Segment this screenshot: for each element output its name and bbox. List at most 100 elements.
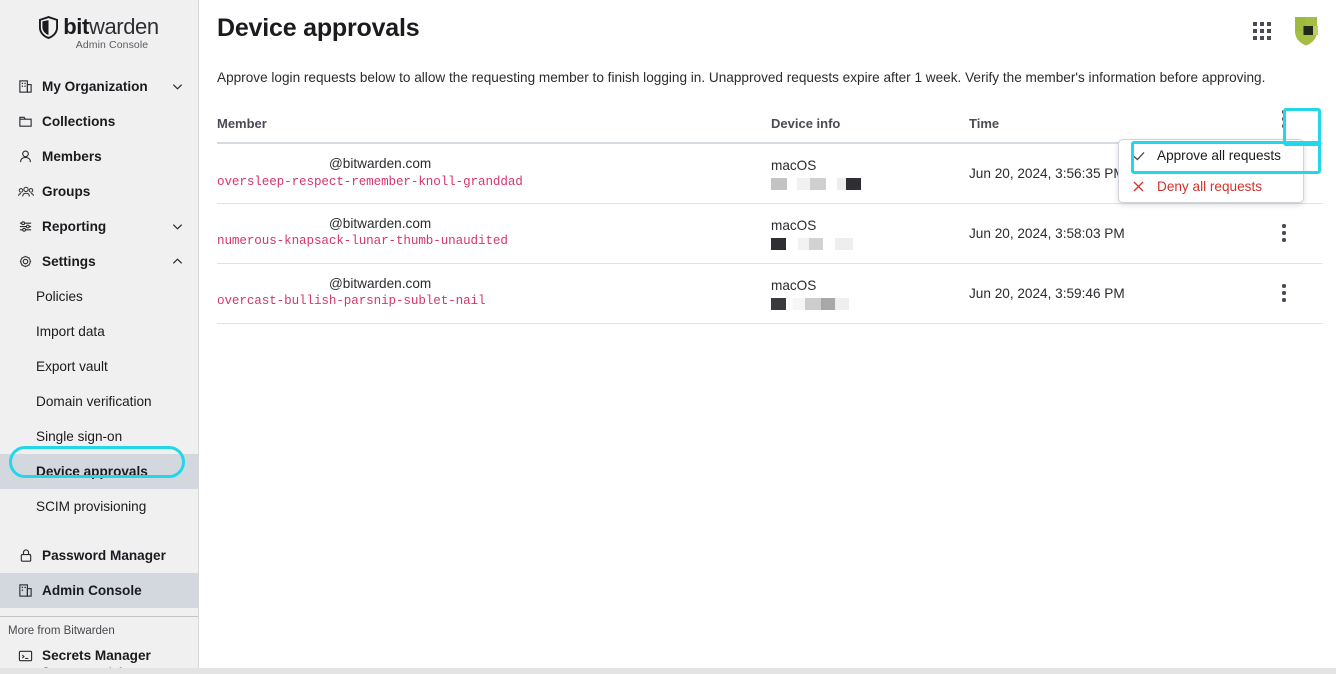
- brand-name-bold: bit: [63, 14, 89, 39]
- kebab-menu-icon[interactable]: [1273, 281, 1295, 305]
- more-from-bitwarden-label: More from Bitwarden: [0, 617, 198, 641]
- cell-member: @bitwarden.com numerous-knapsack-lunar-t…: [217, 203, 771, 263]
- brand-subtitle: Admin Console: [0, 39, 198, 51]
- cell-time: Jun 20, 2024, 3:58:03 PM: [969, 203, 1259, 263]
- sidebar-item-reporting[interactable]: Reporting: [0, 209, 198, 244]
- admin-console-icon: [17, 582, 34, 599]
- lock-icon: [17, 547, 34, 564]
- column-header-actions: [1259, 107, 1323, 143]
- main-content: Device approvals Approve login requests …: [199, 0, 1336, 674]
- sidebar-item-policies[interactable]: Policies: [0, 279, 198, 314]
- sidebar-subitem-label: Export vault: [36, 359, 108, 374]
- sidebar-subitem-label: Single sign-on: [36, 429, 122, 444]
- cell-actions: [1259, 203, 1323, 263]
- sidebar-item-password-manager[interactable]: Password Manager: [0, 538, 198, 573]
- sidebar-subitem-label: Policies: [36, 289, 83, 304]
- chevron-up-icon: [171, 255, 184, 268]
- sidebar-item-label: Groups: [42, 184, 90, 199]
- device-ip-redacted: [771, 178, 969, 190]
- cell-device-info: macOS: [771, 143, 969, 203]
- gear-icon: [17, 253, 34, 270]
- sidebar-subitem-label: Device approvals: [36, 464, 148, 479]
- member-email: @bitwarden.com: [217, 155, 771, 173]
- top-bar: [1253, 14, 1323, 48]
- account-avatar[interactable]: [1289, 14, 1323, 48]
- sidebar-item-settings[interactable]: Settings: [0, 244, 198, 279]
- sidebar-subitem-label: Import data: [36, 324, 105, 339]
- device-os: macOS: [771, 216, 969, 235]
- bitwarden-shield-icon: [39, 16, 58, 39]
- menu-item-deny-all-requests[interactable]: Deny all requests: [1119, 171, 1303, 202]
- cell-member: @bitwarden.com oversleep-respect-remembe…: [217, 143, 771, 203]
- sidebar-item-label: Reporting: [42, 219, 106, 234]
- sidebar-item-device-approvals[interactable]: Device approvals: [0, 454, 198, 489]
- member-email: @bitwarden.com: [217, 215, 771, 233]
- app-root: bitwarden Admin Console My Organization …: [0, 0, 1336, 674]
- groups-icon: [17, 183, 34, 200]
- device-ip-redacted: [771, 238, 969, 250]
- device-ip-redacted: [771, 298, 969, 310]
- member-email: @bitwarden.com: [217, 275, 771, 293]
- request-time: Jun 20, 2024, 3:58:03 PM: [969, 226, 1259, 241]
- sidebar-item-scim-provisioning[interactable]: SCIM provisioning: [0, 489, 198, 524]
- brand-logo: bitwarden Admin Console: [0, 0, 198, 63]
- cell-device-info: macOS: [771, 263, 969, 323]
- sidebar-item-admin-console[interactable]: Admin Console: [0, 573, 198, 608]
- sidebar-item-label: Collections: [42, 114, 115, 129]
- sidebar: bitwarden Admin Console My Organization …: [0, 0, 199, 674]
- reporting-icon: [17, 218, 34, 235]
- sidebar-item-import-data[interactable]: Import data: [0, 314, 198, 349]
- sidebar-item-domain-verification[interactable]: Domain verification: [0, 384, 198, 419]
- sidebar-subitem-label: Domain verification: [36, 394, 152, 409]
- cell-actions: [1259, 263, 1323, 323]
- chevron-down-icon: [171, 220, 184, 233]
- brand-name-light: warden: [89, 14, 159, 39]
- sidebar-item-export-vault[interactable]: Export vault: [0, 349, 198, 384]
- cell-device-info: macOS: [771, 203, 969, 263]
- sidebar-item-label: My Organization: [42, 79, 148, 94]
- menu-item-approve-all-requests[interactable]: Approve all requests: [1119, 140, 1303, 171]
- table-header-row: Member Device info Time: [217, 107, 1323, 143]
- cell-time: Jun 20, 2024, 3:59:46 PM: [969, 263, 1259, 323]
- menu-item-label: Deny all requests: [1157, 179, 1262, 194]
- column-header-time: Time: [969, 107, 1259, 143]
- page-bottom-edge: [0, 668, 1336, 674]
- page-title: Device approvals: [215, 0, 1323, 43]
- kebab-menu-icon-header[interactable]: [1273, 107, 1295, 131]
- chevron-down-icon: [171, 80, 184, 93]
- sidebar-item-label: Members: [42, 149, 102, 164]
- member-fingerprint: overcast-bullish-parsnip-sublet-nail: [217, 293, 771, 311]
- members-icon: [17, 148, 34, 165]
- column-header-member: Member: [217, 107, 771, 143]
- page-description: Approve login requests below to allow th…: [215, 43, 1323, 85]
- sidebar-nav: My Organization Collections Members: [0, 69, 198, 524]
- cell-member: @bitwarden.com overcast-bullish-parsnip-…: [217, 263, 771, 323]
- sidebar-product-label: Password Manager: [42, 548, 166, 563]
- sidebar-product-label: Admin Console: [42, 583, 142, 598]
- sidebar-item-label: Settings: [42, 254, 96, 269]
- device-os: macOS: [771, 156, 969, 175]
- kebab-menu-icon[interactable]: [1273, 221, 1295, 245]
- sidebar-item-my-organization[interactable]: My Organization: [0, 69, 198, 104]
- sidebar-item-single-sign-on[interactable]: Single sign-on: [0, 419, 198, 454]
- sidebar-item-members[interactable]: Members: [0, 139, 198, 174]
- member-fingerprint: oversleep-respect-remember-knoll-grandda…: [217, 174, 771, 192]
- organization-icon: [17, 78, 34, 95]
- check-icon: [1131, 149, 1146, 163]
- sidebar-product-label: Secrets Manager: [42, 648, 151, 663]
- column-header-device-info: Device info: [771, 107, 969, 143]
- device-os: macOS: [771, 276, 969, 295]
- menu-item-label: Approve all requests: [1157, 148, 1281, 163]
- secrets-manager-icon: [17, 647, 34, 664]
- bulk-actions-dropdown-menu: Approve all requests Deny all requests: [1118, 139, 1304, 203]
- collections-icon: [17, 113, 34, 130]
- brand-name: bitwarden: [63, 14, 158, 40]
- close-x-icon: [1131, 180, 1146, 193]
- sidebar-subitem-label: SCIM provisioning: [36, 499, 146, 514]
- sidebar-item-collections[interactable]: Collections: [0, 104, 198, 139]
- request-time: Jun 20, 2024, 3:59:46 PM: [969, 286, 1259, 301]
- apps-grid-icon[interactable]: [1253, 22, 1271, 40]
- member-fingerprint: numerous-knapsack-lunar-thumb-unaudited: [217, 233, 771, 251]
- sidebar-item-groups[interactable]: Groups: [0, 174, 198, 209]
- table-row: @bitwarden.com overcast-bullish-parsnip-…: [217, 263, 1323, 323]
